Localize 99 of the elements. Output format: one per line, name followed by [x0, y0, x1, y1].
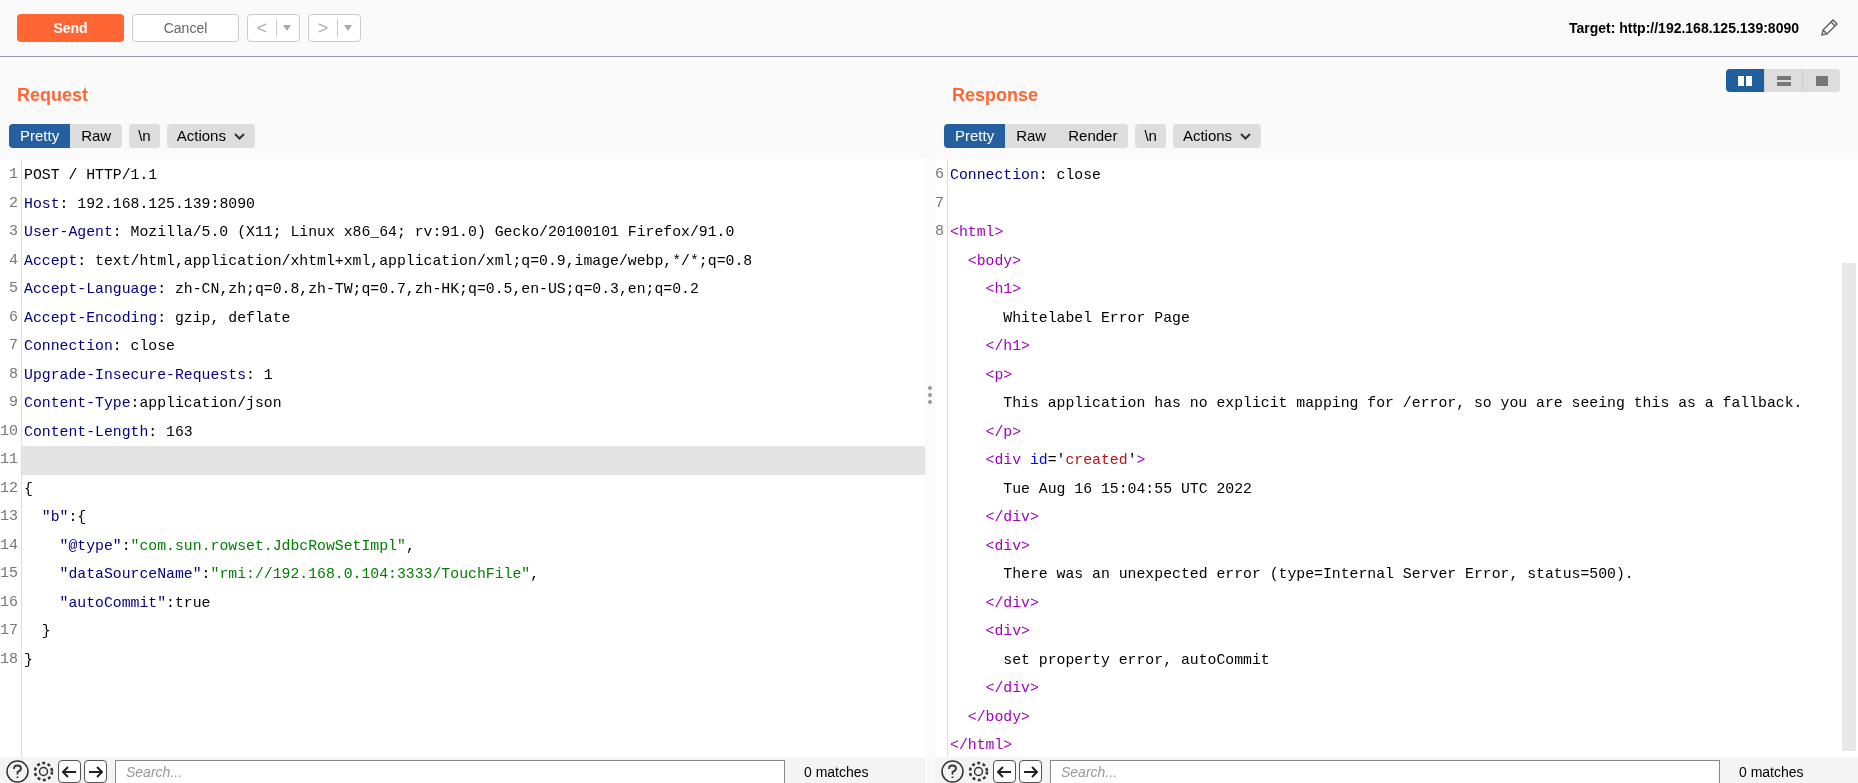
- code-line: User-Agent: Mozilla/5.0 (X11; Linux x86_64; rv:91.0) Gecko/20100101 Firefox/91.0: [24, 223, 735, 243]
- code-line: Accept: text/html,application/xhtml+xml,application/xml;q=0.9,image/webp,*/*;q=0.8: [24, 251, 753, 271]
- line-number: 15: [0, 564, 18, 584]
- code-line: <div>: [984, 536, 1030, 556]
- code-line: set property error, autoCommit: [1002, 650, 1270, 670]
- line-number: 5: [9, 279, 18, 299]
- code-line: }: [24, 650, 33, 670]
- drag-handle-icon[interactable]: [928, 385, 932, 405]
- previous-button[interactable]: [58, 760, 81, 783]
- view-tab[interactable]: Pretty: [9, 124, 71, 148]
- code-line: "@type":"com.sun.rowset.JdbcRowSetImpl",: [58, 536, 415, 556]
- code-line: Accept-Language: zh-CN,zh;q=0.8,zh-TW;q=0.7,zh-HK;q=0.5,en-US;q=0.3,en;q=0.2: [24, 280, 699, 300]
- code-line: POST / HTTP/1.1: [24, 166, 158, 186]
- line-number: 3: [9, 222, 18, 242]
- code-line: Accept-Encoding: gzip, deflate: [24, 308, 291, 328]
- code-line: Upgrade-Insecure-Requests: 1: [24, 365, 273, 385]
- code-line: "autoCommit":true: [58, 593, 211, 613]
- line-number: 18: [0, 649, 18, 670]
- line-number: 17: [0, 621, 18, 641]
- line-number: 4: [9, 250, 18, 271]
- line-number: 9: [9, 393, 18, 413]
- code-line: There was an unexpected error (type=Internal Server Error, status=500).: [1002, 565, 1634, 585]
- search-field[interactable]: Search...: [115, 760, 785, 783]
- code-line: </div>: [984, 679, 1039, 699]
- newline-button[interactable]: \n: [129, 124, 160, 148]
- rows-icon: [1776, 74, 1791, 87]
- match-count: 0 matches: [804, 763, 869, 782]
- target-label: Target: http://192.168.125.139:8090: [1568, 18, 1799, 38]
- line-number: 8: [9, 364, 18, 385]
- help-icon[interactable]: [941, 760, 964, 783]
- line-number: 6: [935, 165, 944, 185]
- line-number: 12: [0, 478, 18, 499]
- code-line: <body>: [966, 251, 1022, 271]
- code-line: </p>: [984, 422, 1022, 442]
- code-line: </h1>: [984, 337, 1030, 357]
- match-count: 0 matches: [1739, 763, 1804, 782]
- line-number: 14: [0, 535, 18, 556]
- code-line: </body>: [966, 707, 1030, 727]
- layout-toggle-button[interactable]: [1726, 69, 1764, 92]
- code-line: </html>: [950, 736, 1013, 756]
- line-number: 2: [9, 193, 18, 214]
- actions-button[interactable]: Actions: [166, 124, 255, 148]
- pencil-icon[interactable]: [1819, 18, 1839, 38]
- code-line: "b":{: [40, 508, 87, 528]
- previous-button[interactable]: [993, 760, 1016, 783]
- actions-button[interactable]: Actions: [1172, 124, 1262, 148]
- code-line: <html>: [950, 223, 1004, 243]
- line-number: 10: [0, 421, 18, 442]
- code-line: </div>: [984, 593, 1039, 613]
- view-tab[interactable]: Raw: [70, 124, 123, 148]
- code-line: Tue Aug 16 15:04:55 UTC 2022: [1002, 479, 1252, 499]
- code-line: This application has no explicit mapping for /error, so you are seeing this as a fallback.: [1002, 394, 1803, 414]
- code-line: Connection: close: [950, 166, 1101, 186]
- next-button[interactable]: [84, 760, 107, 783]
- chevron-down-icon: [1240, 132, 1252, 140]
- line-number: 11: [0, 450, 18, 470]
- settings-icon[interactable]: [32, 760, 55, 783]
- line-number: 7: [935, 193, 944, 214]
- next-button[interactable]: [1019, 760, 1042, 783]
- cancel-button[interactable]: Cancel: [132, 14, 239, 42]
- line-number: 1: [9, 165, 18, 185]
- line-number: 6: [9, 307, 18, 328]
- code-line: }: [40, 622, 51, 642]
- columns-icon: [1738, 74, 1752, 87]
- settings-icon[interactable]: [967, 760, 990, 783]
- chevron-down-icon: [233, 132, 245, 140]
- code-line: <div>: [984, 622, 1030, 642]
- arrow-right-icon: [1023, 765, 1038, 778]
- layout-toggle-button[interactable]: [1764, 69, 1802, 92]
- line-number: 13: [0, 507, 18, 527]
- code-line: <h1>: [984, 280, 1022, 300]
- dropdown-icon: [344, 25, 352, 31]
- line-number: 8: [935, 222, 944, 242]
- code-line: Connection: close: [24, 337, 175, 357]
- code-line: </div>: [984, 508, 1039, 528]
- panel-title: Request: [17, 84, 88, 107]
- code-line: "dataSourceName":"rmi://192.168.0.104:3333/TouchFile",: [58, 565, 540, 585]
- arrow-left-icon: [997, 765, 1012, 778]
- view-tab[interactable]: Pretty: [944, 124, 1006, 148]
- panel-title: Response: [952, 84, 1039, 107]
- code-line: <p>: [984, 365, 1013, 385]
- arrow-right-icon: [88, 765, 103, 778]
- code-line: Whitelabel Error Page: [1002, 308, 1190, 328]
- view-tab[interactable]: Render: [1057, 124, 1129, 148]
- dropdown-icon: [283, 25, 291, 31]
- line-number: 7: [9, 336, 18, 356]
- code-line: <div id='created'>: [984, 451, 1146, 471]
- newline-button[interactable]: \n: [1135, 124, 1166, 148]
- square-icon: [1814, 74, 1829, 87]
- code-line: Content-Type:application/json: [24, 394, 282, 414]
- search-field[interactable]: Search...: [1050, 760, 1720, 783]
- layout-toggle-button[interactable]: [1802, 69, 1840, 92]
- code-line: Content-Length: 163: [24, 422, 193, 442]
- view-tab[interactable]: Raw: [1005, 124, 1058, 148]
- code-line: {: [24, 479, 33, 499]
- code-line: Host: 192.168.125.139:8090: [24, 194, 255, 214]
- arrow-left-icon: [62, 765, 77, 778]
- line-number: 16: [0, 592, 18, 613]
- help-icon[interactable]: [6, 760, 29, 783]
